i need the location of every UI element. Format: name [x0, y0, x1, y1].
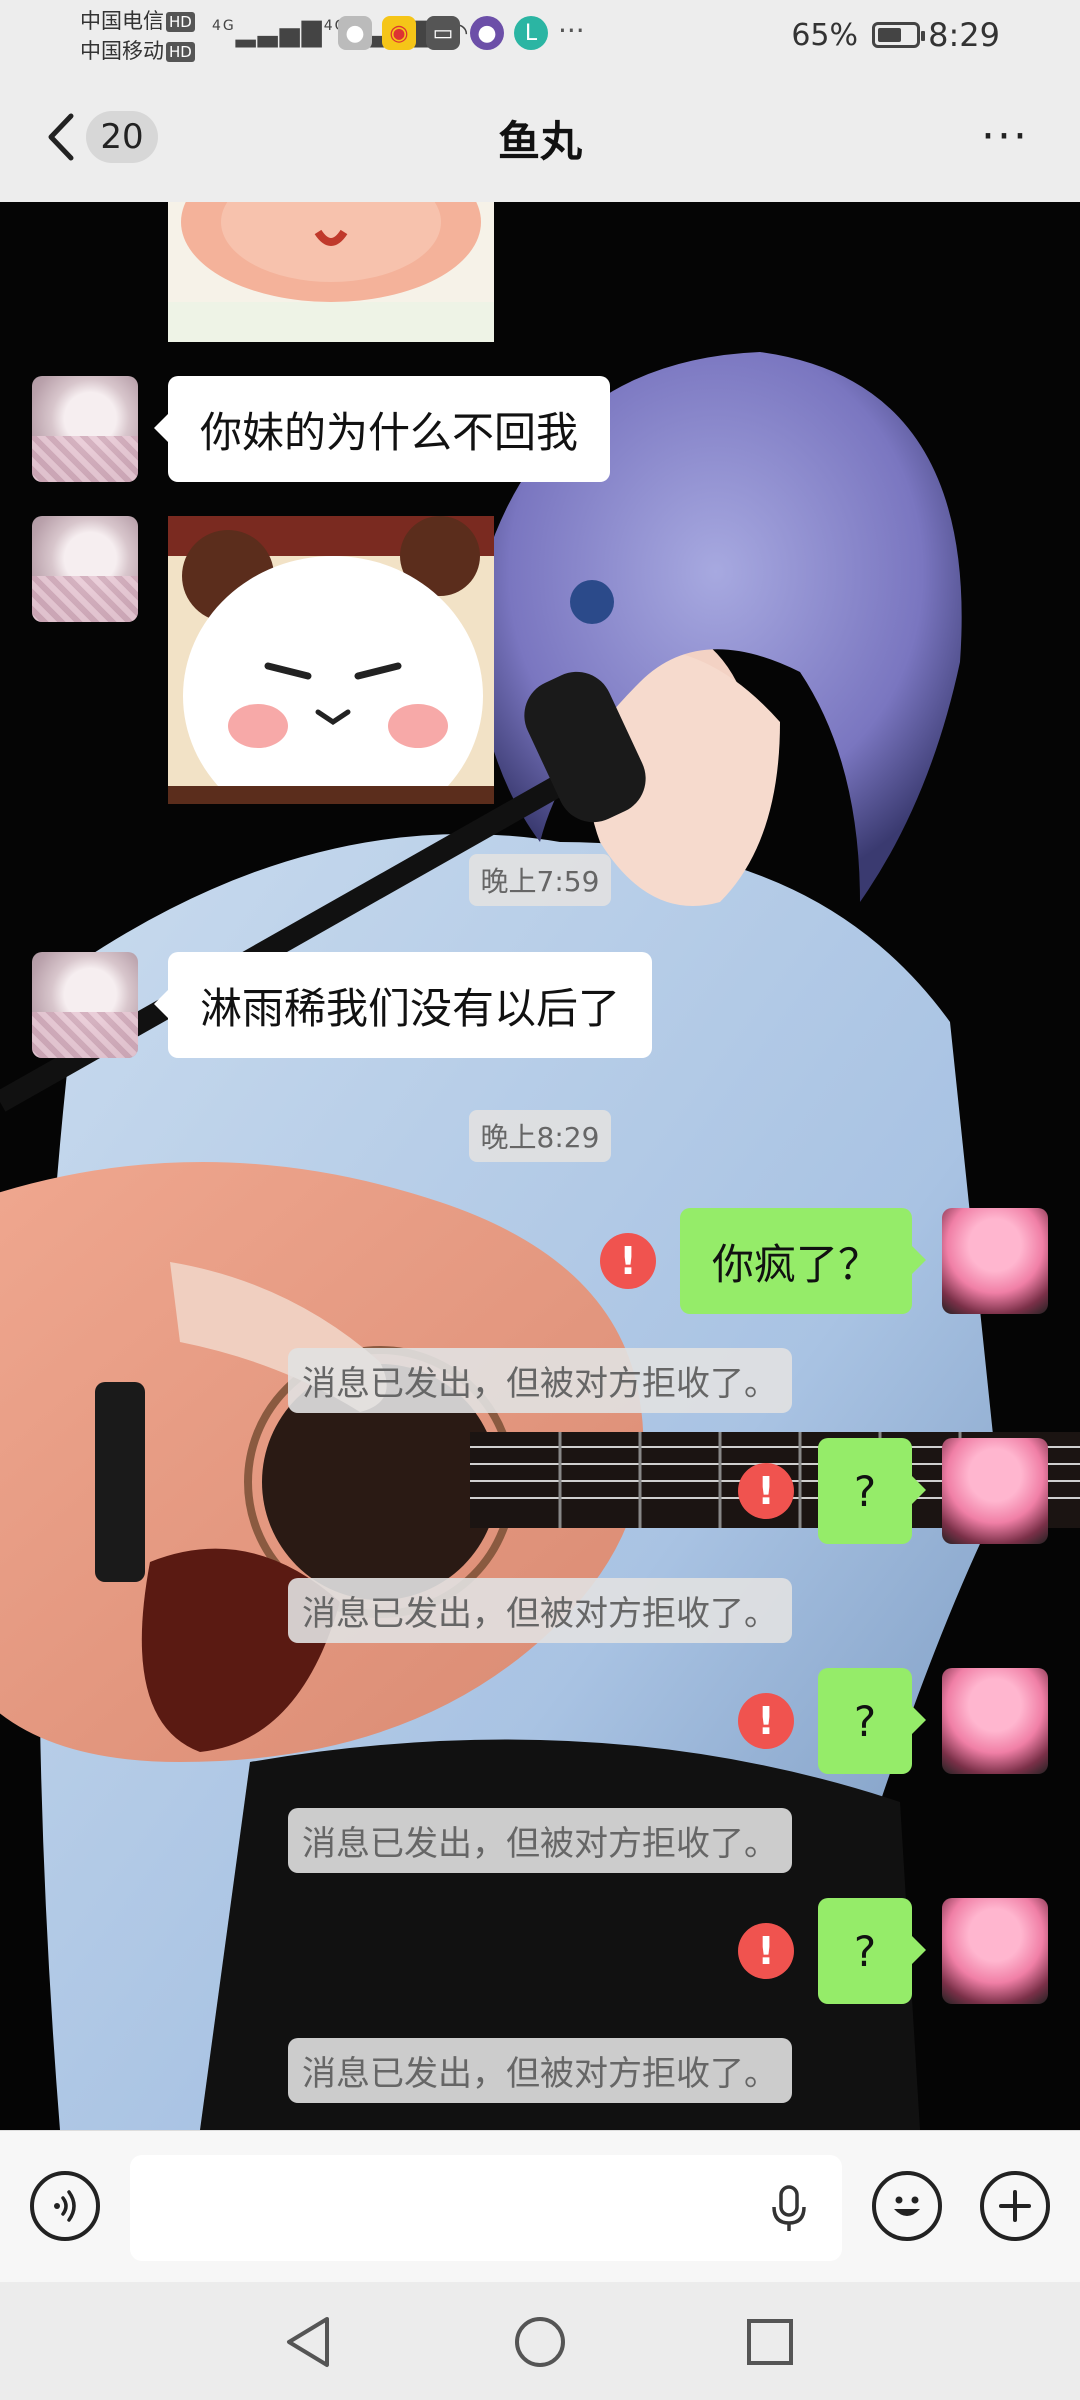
timestamp: 晚上8:29	[0, 1110, 1080, 1162]
timestamp-label: 晚上8:29	[468, 1110, 612, 1162]
app-icon: L	[514, 16, 548, 50]
system-message-text: 消息已发出，但被对方拒收了。	[288, 1348, 792, 1413]
bag-icon: ▭	[426, 16, 460, 50]
my-avatar[interactable]	[942, 1438, 1048, 1544]
my-avatar[interactable]	[942, 1898, 1048, 2004]
back-button[interactable]	[30, 102, 90, 172]
message-input[interactable]	[130, 2155, 842, 2261]
system-message-text: 消息已发出，但被对方拒收了。	[288, 1808, 792, 1873]
sticker-message[interactable]	[168, 516, 494, 804]
more-notifications-icon: ···	[558, 14, 585, 47]
carrier-info: 中国电信 HD 中国移动 HD	[80, 6, 195, 66]
voice-waves-icon	[54, 2190, 76, 2222]
more-options-button[interactable]: ···	[970, 106, 1040, 166]
battery-level	[878, 28, 901, 42]
carrier-1-label: 中国电信	[80, 9, 164, 33]
chevron-left-icon	[48, 113, 74, 161]
notification-icons: ● ◉ ▭ ● L ···	[338, 16, 585, 50]
system-navigation-bar	[0, 2282, 1080, 2400]
sent-message[interactable]: ?	[818, 1438, 926, 1544]
send-failed-icon[interactable]: !	[738, 1463, 794, 1519]
my-avatar[interactable]	[942, 1668, 1048, 1774]
sent-message[interactable]: 你疯了？	[679, 1208, 927, 1314]
battery-icon	[872, 22, 925, 48]
weibo-icon: ◉	[382, 16, 416, 50]
voice-toggle-button[interactable]	[30, 2171, 100, 2241]
circle-home-icon	[515, 2317, 565, 2367]
chat-area[interactable]: 你妹的为什么不回我 晚上7:59 淋雨稀我们没有以后了 晚上8:29 你疯了？ …	[0, 202, 1080, 2130]
system-message: 消息已发出，但被对方拒收了。	[0, 1578, 1080, 1643]
panda-sticker-image	[168, 516, 494, 804]
system-message: 消息已发出，但被对方拒收了。	[0, 1808, 1080, 1873]
send-failed-icon[interactable]: !	[738, 1923, 794, 1979]
hd-badge-1: HD	[166, 12, 195, 32]
hd-badge-2: HD	[166, 42, 195, 62]
unread-count-badge[interactable]: 20	[86, 111, 158, 163]
sent-message[interactable]: ?	[818, 1898, 926, 2004]
wechat-icon: ●	[338, 16, 372, 50]
nav-back-button[interactable]	[278, 2312, 338, 2372]
nav-home-button[interactable]	[510, 2312, 570, 2372]
status-bar: 中国电信HD 中国移动HD 4G▂▃▅▇4G▂▃▅▇ ◠ ● ◉ ▭ ● L ·…	[0, 0, 1080, 72]
contact-avatar[interactable]	[32, 376, 138, 482]
timestamp-label: 晚上7:59	[468, 854, 612, 906]
emoji-button[interactable]	[872, 2171, 942, 2241]
plus-icon	[999, 2190, 1031, 2222]
my-avatar[interactable]	[942, 1208, 1048, 1314]
send-failed-icon[interactable]: !	[600, 1233, 656, 1289]
more-functions-button[interactable]	[980, 2171, 1050, 2241]
timestamp: 晚上7:59	[0, 854, 1080, 906]
network-label-1: 4G	[212, 18, 236, 34]
clock: 8:29	[928, 16, 1000, 54]
chat-title: 鱼丸	[497, 117, 582, 166]
chat-header: 20 鱼丸 ···	[0, 72, 1080, 202]
input-bar	[0, 2130, 1080, 2283]
triangle-back-icon	[287, 2317, 329, 2367]
sticker-image	[168, 202, 494, 342]
received-message[interactable]: 你妹的为什么不回我	[153, 376, 611, 482]
smiley-icon	[894, 2196, 920, 2216]
sticker-message[interactable]	[168, 202, 494, 342]
received-message[interactable]: 淋雨稀我们没有以后了	[153, 952, 653, 1058]
square-recents-icon	[747, 2319, 793, 2365]
game-icon: ●	[470, 16, 504, 50]
contact-avatar[interactable]	[32, 516, 138, 622]
more-icon: ···	[981, 110, 1029, 162]
system-message: 消息已发出，但被对方拒收了。	[0, 1348, 1080, 1413]
system-message-text: 消息已发出，但被对方拒收了。	[288, 1578, 792, 1643]
carrier-2-label: 中国移动	[80, 39, 164, 63]
system-message: 消息已发出，但被对方拒收了。	[0, 2038, 1080, 2103]
contact-avatar[interactable]	[32, 952, 138, 1058]
nav-recents-button[interactable]	[740, 2312, 800, 2372]
battery-percent: 65%	[791, 18, 858, 53]
send-failed-icon[interactable]: !	[738, 1693, 794, 1749]
system-message-text: 消息已发出，但被对方拒收了。	[288, 2038, 792, 2103]
sent-message[interactable]: ?	[818, 1668, 926, 1774]
microphone-icon[interactable]	[764, 2183, 814, 2233]
